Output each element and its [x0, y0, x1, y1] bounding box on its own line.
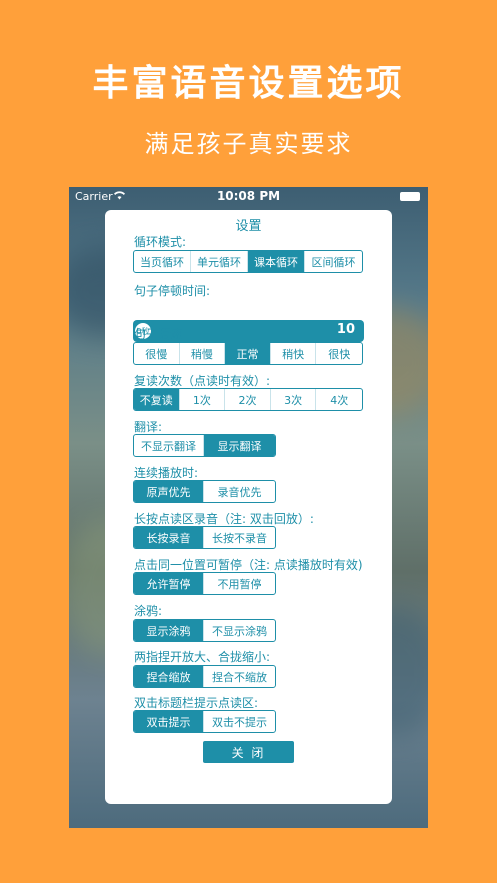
repeat-label: 复读次数（点读时有效）: [134, 374, 271, 388]
repeat-option[interactable]: 4次 [316, 389, 362, 410]
repeat-option[interactable]: 1次 [180, 389, 226, 410]
speed-option[interactable]: 很慢 [134, 343, 180, 364]
speed-option[interactable]: 稍快 [271, 343, 317, 364]
tap-pause-label: 点击同一位置可暂停（注: 点读播放时有效) [134, 558, 363, 572]
speed-label: 句子语速: [134, 327, 187, 341]
status-bar: Carrier 10:08 PM [69, 187, 428, 206]
double-tap-label: 双击标题栏提示点读区: [134, 696, 259, 710]
translate-segmented: 不显示翻译 显示翻译 [133, 434, 276, 457]
panel-title: 设置 [235, 219, 262, 234]
pinch-label: 两指捏开放大、合拢缩小: [134, 650, 271, 664]
status-time: 10:08 PM [216, 189, 281, 203]
loop-mode-option[interactable]: 区间循环 [305, 251, 362, 272]
repeat-segmented: 不复读 1次 2次 3次 4次 [133, 388, 363, 411]
continuous-option[interactable]: 原声优先 [134, 481, 205, 502]
speed-option[interactable]: 稍慢 [180, 343, 226, 364]
doodle-option[interactable]: 显示涂鸦 [134, 620, 205, 641]
translate-option[interactable]: 显示翻译 [204, 435, 275, 456]
double-tap-option[interactable]: 双击提示 [134, 711, 205, 732]
speed-option[interactable]: 很快 [316, 343, 362, 364]
repeat-option[interactable]: 2次 [225, 389, 271, 410]
speed-option[interactable]: 正常 [225, 343, 271, 364]
doodle-option[interactable]: 不显示涂鸦 [204, 620, 275, 641]
tap-pause-option[interactable]: 不用暂停 [204, 573, 275, 594]
double-tap-segmented: 双击提示 双击不提示 [133, 710, 276, 733]
pinch-segmented: 捏合缩放 捏合不缩放 [133, 665, 276, 688]
doodle-label: 涂鸦: [134, 604, 163, 618]
loop-mode-option[interactable]: 单元循环 [191, 251, 248, 272]
continuous-segmented: 原声优先 录音优先 [133, 480, 276, 503]
pinch-option[interactable]: 捏合不缩放 [204, 666, 275, 687]
settings-panel: 设置 循环模式: 当页循环 单元循环 课本循环 区间循环 句子停顿时间: 0秒 … [105, 210, 392, 804]
loop-mode-label: 循环模式: [134, 235, 187, 249]
loop-mode-option[interactable]: 当页循环 [134, 251, 191, 272]
tap-pause-segmented: 允许暂停 不用暂停 [133, 572, 276, 595]
long-press-segmented: 长按录音 长按不录音 [133, 526, 276, 549]
repeat-option[interactable]: 不复读 [134, 389, 180, 410]
translate-label: 翻译: [134, 420, 163, 434]
loop-mode-option[interactable]: 课本循环 [248, 251, 305, 272]
long-press-option[interactable]: 长按录音 [134, 527, 205, 548]
close-button[interactable]: 关 闭 [203, 741, 294, 763]
long-press-label: 长按点读区录音（注: 双击回放）: [134, 512, 314, 526]
loop-mode-segmented: 当页循环 单元循环 课本循环 区间循环 [133, 250, 363, 273]
tap-pause-option[interactable]: 允许暂停 [134, 573, 205, 594]
repeat-option[interactable]: 3次 [271, 389, 317, 410]
speed-segmented: 很慢 稍慢 正常 稍快 很快 [133, 342, 363, 365]
translate-option[interactable]: 不显示翻译 [134, 435, 205, 456]
promo-subtitle: 满足孩子真实要求 [144, 130, 353, 158]
doodle-segmented: 显示涂鸦 不显示涂鸦 [133, 619, 276, 642]
double-tap-option[interactable]: 双击不提示 [204, 711, 275, 732]
continuous-option[interactable]: 录音优先 [204, 481, 275, 502]
continuous-label: 连续播放时: [134, 466, 199, 480]
long-press-option[interactable]: 长按不录音 [204, 527, 275, 548]
battery-icon [400, 192, 420, 201]
pinch-option[interactable]: 捏合缩放 [134, 666, 205, 687]
pause-time-label: 句子停顿时间: [134, 284, 211, 298]
phone-screen: Carrier 10:08 PM 设置 循环模式: 当页循环 单元循环 课本循环… [69, 187, 428, 828]
promo-title: 丰富语音设置选项 [92, 63, 405, 104]
slider-value: 10 [336, 322, 355, 337]
